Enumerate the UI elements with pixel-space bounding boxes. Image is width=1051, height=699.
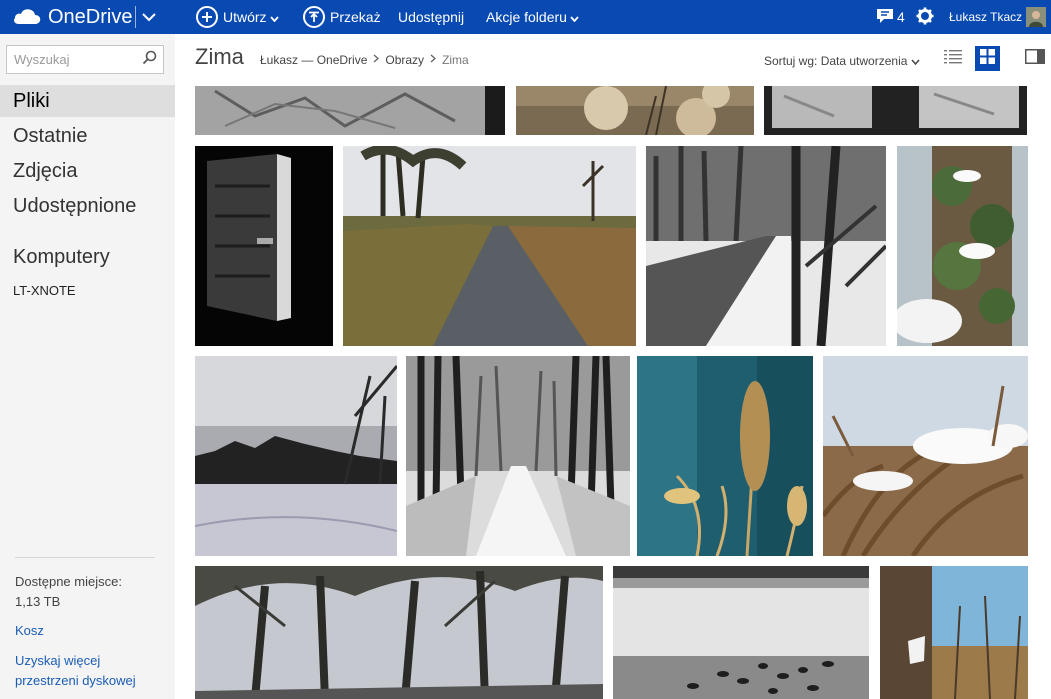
photo-grid xyxy=(175,86,1051,699)
notifications-button[interactable]: 4 xyxy=(876,0,905,34)
sort-dropdown[interactable]: Sortuj wg: Data utworzenia xyxy=(764,54,920,68)
share-label: Udostępnij xyxy=(398,9,465,25)
sidebar-item-label: Komputery xyxy=(13,245,110,268)
chevron-down-icon xyxy=(911,54,920,68)
create-button[interactable]: Utwórz xyxy=(196,0,279,34)
search-box xyxy=(6,45,164,74)
chevron-right-icon xyxy=(430,54,437,66)
sidebar-item-label: Pliki xyxy=(13,89,50,112)
photo-thumbnail[interactable] xyxy=(195,566,603,699)
list-icon xyxy=(943,49,962,69)
top-bar: OneDrive Utwórz Przekaż Udostępnij Akcje… xyxy=(0,0,1051,34)
details-pane-button[interactable] xyxy=(1022,46,1047,71)
folder-actions-button[interactable]: Akcje folderu xyxy=(486,0,579,34)
chevron-right-icon xyxy=(373,54,380,66)
breadcrumb-item-current: Zima xyxy=(442,53,469,67)
chevron-down-icon xyxy=(142,9,156,25)
page-title: Zima xyxy=(195,44,244,69)
photo-thumbnail[interactable] xyxy=(764,86,1027,135)
notifications-count: 4 xyxy=(897,9,905,25)
upload-icon xyxy=(303,6,325,28)
breadcrumb: Łukasz — OneDrive Obrazy Zima xyxy=(260,53,469,67)
chevron-down-icon xyxy=(269,9,279,25)
search-input[interactable] xyxy=(7,52,135,67)
sidebar-item-label: Ostatnie xyxy=(13,124,88,147)
sidebar-item-files[interactable]: Pliki xyxy=(0,85,175,117)
sidebar-item-pcs[interactable]: Komputery xyxy=(0,241,175,273)
details-pane-icon xyxy=(1024,48,1045,69)
more-storage-line1: Uzyskaj więcej xyxy=(15,653,101,668)
sidebar-divider xyxy=(15,557,155,558)
app-switcher-button[interactable] xyxy=(142,0,156,34)
search-icon xyxy=(142,50,157,70)
thumbnails-view-button[interactable] xyxy=(975,46,1000,71)
sidebar-item-label: Zdjęcia xyxy=(13,159,78,182)
more-storage-link[interactable]: Uzyskaj więcej przestrzeni dyskowej xyxy=(15,651,136,691)
photo-thumbnail[interactable] xyxy=(516,86,754,135)
create-label: Utwórz xyxy=(223,9,267,25)
app-name: OneDrive xyxy=(48,5,133,28)
notifications-icon xyxy=(876,8,894,27)
upload-label: Przekaż xyxy=(330,9,381,25)
sidebar-item-label: Udostępnione xyxy=(13,194,137,217)
photo-thumbnail[interactable] xyxy=(637,356,813,556)
breadcrumb-item-pictures[interactable]: Obrazy xyxy=(385,53,424,67)
photo-thumbnail[interactable] xyxy=(646,146,886,346)
photo-thumbnail[interactable] xyxy=(880,566,1028,699)
photo-thumbnail[interactable] xyxy=(823,356,1028,556)
upload-button[interactable]: Przekaż xyxy=(303,0,381,34)
avatar[interactable] xyxy=(1026,0,1046,34)
more-storage-line2: przestrzeni dyskowej xyxy=(15,673,136,688)
photo-thumbnail[interactable] xyxy=(613,566,869,699)
sort-label: Sortuj wg: Data utworzenia xyxy=(764,54,908,68)
plus-icon xyxy=(196,6,218,28)
share-button[interactable]: Udostępnij xyxy=(398,0,464,34)
user-name[interactable]: Łukasz Tkacz xyxy=(949,0,1022,34)
grid-icon xyxy=(979,48,996,70)
sidebar-item-photos[interactable]: Zdjęcia xyxy=(0,155,175,187)
logo-divider xyxy=(135,6,136,28)
photo-thumbnail[interactable] xyxy=(195,356,397,556)
sidebar-item-recent[interactable]: Ostatnie xyxy=(0,120,175,152)
photo-thumbnail[interactable] xyxy=(897,146,1028,346)
photo-thumbnail[interactable] xyxy=(195,86,505,135)
breadcrumb-item-root[interactable]: Łukasz — OneDrive xyxy=(260,53,367,67)
photo-thumbnail[interactable] xyxy=(343,146,636,346)
chevron-down-icon xyxy=(570,9,579,25)
settings-button[interactable] xyxy=(916,0,934,34)
sidebar: Pliki Ostatnie Zdjęcia Udostępnione Komp… xyxy=(0,34,175,699)
photo-thumbnail[interactable] xyxy=(195,146,333,346)
folder-actions-label: Akcje folderu xyxy=(486,9,567,25)
onedrive-logo[interactable]: OneDrive xyxy=(12,0,132,34)
quota-value: 1,13 TB xyxy=(15,594,61,609)
sidebar-item-device[interactable]: LT-XNOTE xyxy=(13,283,76,298)
search-button[interactable] xyxy=(135,46,163,73)
trash-link[interactable]: Kosz xyxy=(15,621,44,641)
list-view-button[interactable] xyxy=(940,46,965,71)
quota-label: Dostępne miejsce: xyxy=(15,574,122,589)
sidebar-item-shared[interactable]: Udostępnione xyxy=(0,190,175,222)
cloud-icon xyxy=(12,7,42,28)
gear-icon xyxy=(916,7,934,28)
photo-thumbnail[interactable] xyxy=(406,356,630,556)
